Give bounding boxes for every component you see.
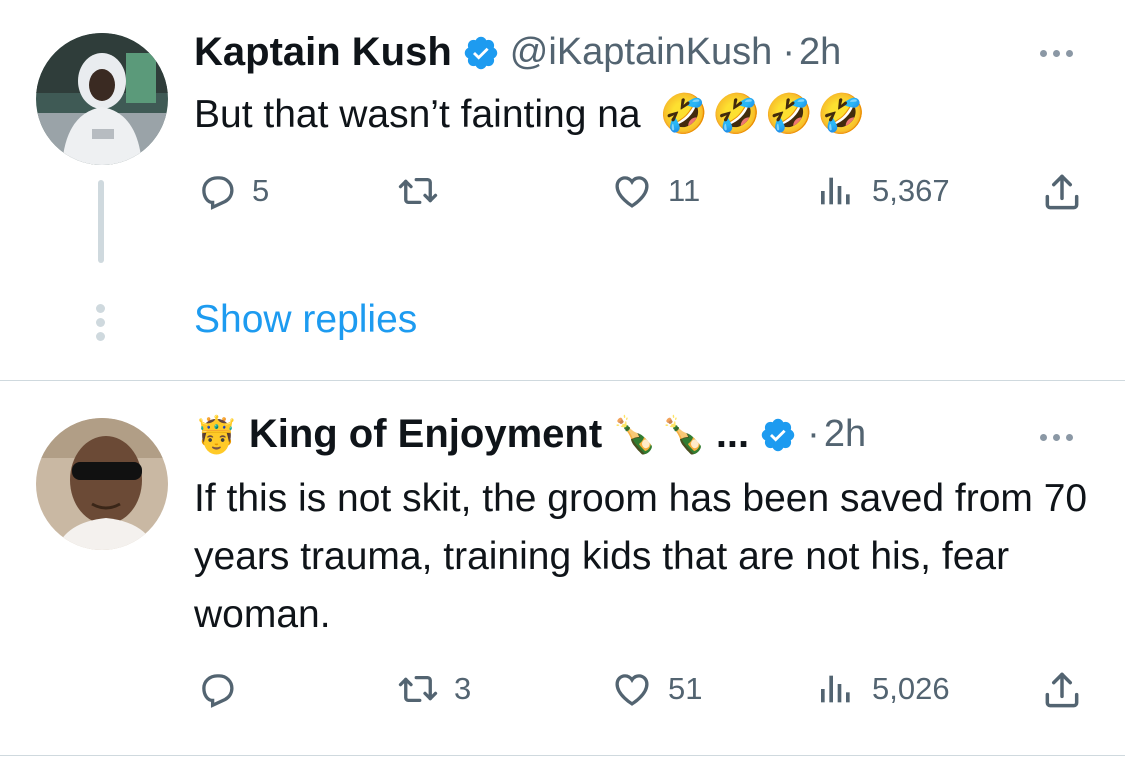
show-replies-link[interactable]: Show replies [194,298,417,342]
name-ellipsis: ... [715,412,750,456]
tweet-text: But that wasn’t fainting na 🤣🤣🤣🤣 [194,86,870,144]
separator-dot: · [782,31,795,73]
views-count: 5,367 [872,173,950,208]
reply-button[interactable] [196,668,252,710]
verified-badge-icon [462,34,500,72]
tweet-text-content: But that wasn’t fainting na [194,93,641,136]
like-icon [615,176,649,208]
reply-count: 5 [252,173,270,208]
views-icon [821,177,850,205]
divider [0,380,1125,381]
author-name[interactable]: Kaptain Kush [194,30,452,75]
divider [0,755,1125,756]
views-button[interactable]: 5,367 [816,170,950,212]
prince-emoji: 🤴 [194,414,239,456]
share-icon [1045,174,1079,210]
tweet-header: Kaptain Kush @iKaptainKush · 2h [194,30,841,75]
like-button[interactable]: 11 [610,170,700,212]
verified-badge-icon [759,416,797,454]
retweet-button[interactable] [396,170,454,212]
reply-icon [202,176,234,210]
like-count: 11 [668,173,701,208]
views-count: 5,026 [872,671,950,706]
like-icon [615,674,649,706]
separator-dot: · [807,413,820,455]
emoji-laughing: 🤣🤣🤣🤣 [659,92,870,137]
timestamp[interactable]: 2h [799,31,841,74]
like-button[interactable]: 51 [610,668,702,710]
timestamp[interactable]: 2h [824,413,866,456]
avatar[interactable] [36,33,168,165]
views-icon [821,675,850,703]
more-icon[interactable] [1040,434,1073,441]
views-button[interactable]: 5,026 [816,668,950,710]
reply-icon [202,674,234,708]
avatar[interactable] [36,418,168,550]
retweet-button[interactable]: 3 [396,668,471,710]
more-icon[interactable] [1040,50,1073,57]
tweet-header: 🤴 King of Enjoyment 🍾🍾 ... · 2h [194,412,866,457]
share-icon [1045,672,1079,708]
share-button[interactable] [1040,668,1084,717]
reply-button[interactable]: 5 [196,170,269,212]
author-name[interactable]: King of Enjoyment [249,412,602,457]
like-count: 51 [668,671,703,706]
champagne-emoji: 🍾🍾 [612,414,710,456]
retweet-icon [398,177,438,205]
retweet-icon [398,675,438,703]
share-button[interactable] [1040,170,1084,219]
retweet-count: 3 [454,671,472,706]
tweet-text: If this is not skit, the groom has been … [194,477,1088,636]
author-handle[interactable]: @iKaptainKush [510,31,773,74]
thread-line [98,180,104,263]
thread-dots [96,304,105,341]
